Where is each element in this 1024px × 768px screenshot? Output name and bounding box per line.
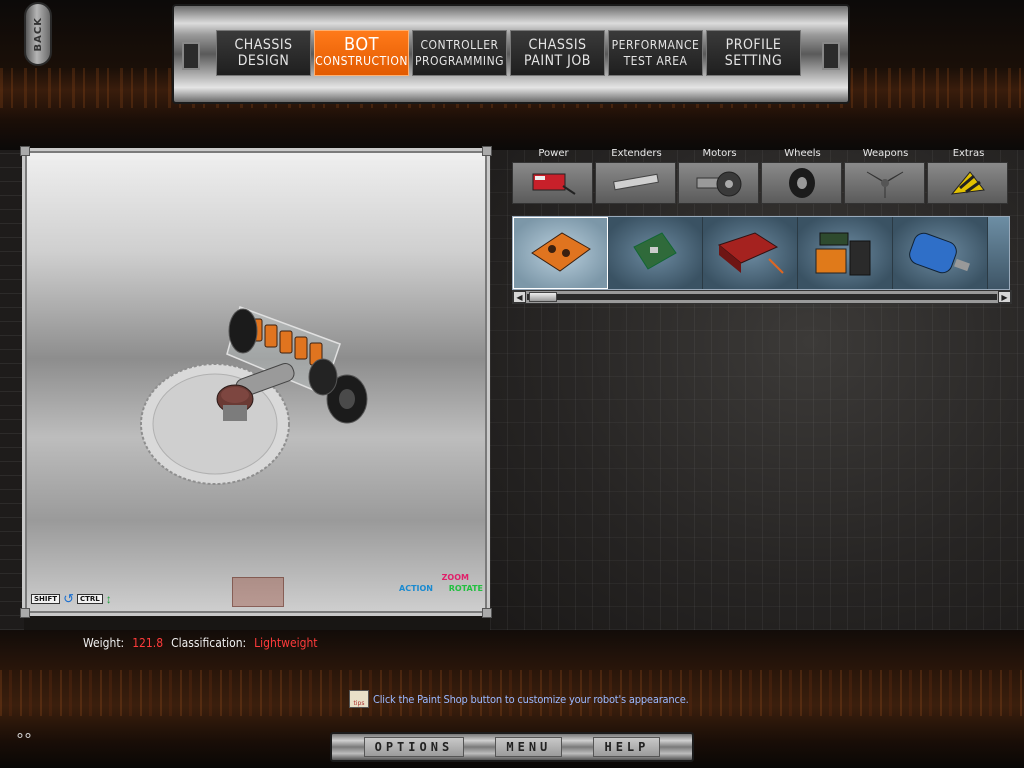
tab-label-line2: CONSTRUCTION (315, 54, 408, 68)
rotate-label: ROTATE (448, 584, 483, 593)
viewport-corner (20, 146, 30, 156)
red-battery-box-icon (717, 232, 784, 274)
vertical-arrow-icon: ↕ (105, 592, 112, 606)
tab-label-line1: PERFORMANCE (611, 38, 700, 52)
menu-button[interactable]: MENU (495, 737, 563, 757)
loading-dots-icon: °° (16, 730, 32, 749)
tab-label-line1: CHASSIS (234, 37, 293, 53)
category-label-extras: Extras (952, 148, 985, 159)
tab-label-line1: CHASSIS (528, 37, 587, 53)
category-label-power: Power (538, 148, 569, 159)
wheel-icon (788, 168, 815, 198)
robot-3d-viewport[interactable]: SHIFT ↺ CTRL ↕ ZOOM ACTION ROTATE (20, 146, 492, 618)
circuit-board-icon (633, 232, 677, 270)
tab-label-line1: CONTROLLER (420, 38, 499, 52)
part-item-red-battery-box[interactable] (703, 217, 798, 289)
main-tabs: CHASSIS DESIGN BOT CONSTRUCTION CONTROLL… (216, 30, 801, 76)
robot-model[interactable] (135, 299, 375, 499)
tab-performance-test-area[interactable]: PERFORMANCE TEST AREA (608, 30, 703, 76)
tab-label-line2: PROGRAMMING (414, 54, 505, 68)
zoom-label: ZOOM (441, 573, 469, 582)
tab-profile-setting[interactable]: PROFILE SETTING (706, 30, 801, 76)
motor-icon (696, 171, 741, 197)
bottom-menu-bar: OPTIONS MENU HELP (330, 732, 694, 762)
tab-label-line2: DESIGN (237, 53, 290, 69)
orange-battery-pack-icon (530, 232, 591, 272)
category-button-weapons[interactable] (844, 162, 925, 204)
part-item-puma-tank[interactable] (893, 217, 988, 289)
part-item-battery-pair[interactable] (798, 217, 893, 289)
robot-stats: Weight: 121.8 Classification: Lightweigh… (83, 636, 318, 650)
weight-label: Weight: (83, 636, 125, 650)
tab-chassis-paint-job[interactable]: CHASSIS PAINT JOB (510, 30, 605, 76)
scroll-left-arrow-icon[interactable]: ◀ (513, 291, 526, 303)
tips-icon-label: tips (353, 700, 365, 707)
options-button[interactable]: OPTIONS (363, 737, 465, 757)
rotate-controls-hint: SHIFT ↺ CTRL ↕ (31, 591, 112, 607)
tips-icon: tips (349, 690, 369, 708)
weight-value: 121.8 (132, 636, 164, 650)
zoom-controls-hint: ZOOM ACTION ROTATE (399, 573, 483, 603)
help-button[interactable]: HELP (593, 737, 661, 757)
tab-controller-programming[interactable]: CONTROLLER PROGRAMMING (412, 30, 507, 76)
category-button-power[interactable] (512, 162, 593, 204)
tab-label-line1: PROFILE (725, 37, 782, 53)
weapon-blade-icon (866, 171, 903, 198)
tab-chassis-design[interactable]: CHASSIS DESIGN (216, 30, 311, 76)
classification-value: Lightweight (254, 636, 318, 650)
tab-label-line1: BOT (344, 34, 379, 55)
left-circuit-strip (0, 150, 24, 630)
scroll-track[interactable] (527, 294, 997, 300)
category-label-weapons: Weapons (862, 148, 909, 159)
back-button[interactable]: BACK (24, 2, 52, 66)
tab-label-line2: PAINT JOB (524, 53, 591, 69)
puma-tank-icon (909, 232, 970, 274)
category-button-wheels[interactable] (761, 162, 842, 204)
category-label-wheels: Wheels (784, 148, 821, 159)
category-buttons (512, 162, 1012, 206)
scroll-right-arrow-icon[interactable]: ▶ (998, 291, 1011, 303)
category-label-motors: Motors (702, 148, 737, 159)
viewport-corner (482, 146, 492, 156)
tab-bot-construction[interactable]: BOT CONSTRUCTION (314, 30, 409, 76)
part-item-orange-battery-pack[interactable] (513, 217, 608, 289)
ctrl-key-label: CTRL (76, 594, 103, 604)
viewport-corner (482, 608, 492, 618)
parts-scrollbar[interactable]: ◀ ▶ (512, 290, 1012, 304)
battery-icon (532, 173, 576, 195)
category-labels: Power Extenders Motors Wheels Weapons Ex… (512, 148, 1012, 162)
tip-bar: tips Click the Paint Shop button to cust… (349, 690, 689, 708)
part-item-circuit-board[interactable] (608, 217, 703, 289)
scroll-thumb[interactable] (529, 292, 557, 302)
classification-label: Classification: (171, 636, 247, 650)
back-button-label: BACK (32, 16, 44, 52)
selected-part-thumbnail (232, 577, 284, 607)
tip-text: Click the Paint Shop button to customize… (373, 692, 689, 706)
category-button-extenders[interactable] (595, 162, 676, 204)
category-label-extenders: Extenders (611, 148, 662, 159)
parts-carousel (512, 216, 1010, 290)
category-button-motors[interactable] (678, 162, 759, 204)
action-label: ACTION (399, 584, 433, 593)
shift-key-label: SHIFT (31, 594, 61, 604)
tab-label-line2: SETTING (724, 53, 783, 69)
rotate-arrow-icon: ↺ (63, 591, 74, 606)
viewport-corner (20, 608, 30, 618)
hazard-extras-icon (950, 171, 985, 195)
battery-pair-icon (815, 232, 871, 276)
category-button-extras[interactable] (927, 162, 1008, 204)
extender-bar-icon (612, 173, 659, 191)
tab-label-line2: TEST AREA (623, 54, 688, 68)
